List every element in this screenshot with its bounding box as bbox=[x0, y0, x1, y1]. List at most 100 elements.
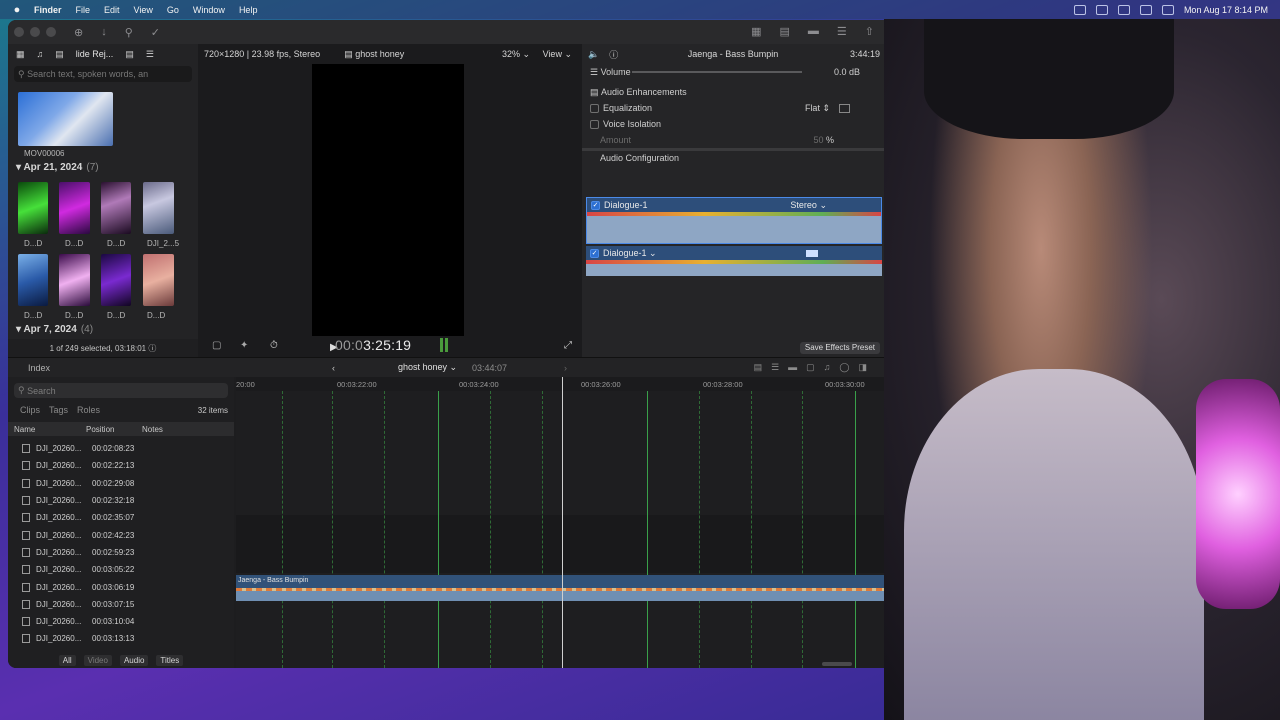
menu-app[interactable]: Finder bbox=[34, 5, 62, 15]
column-position[interactable]: Position bbox=[86, 425, 142, 434]
tab-tags[interactable]: Tags bbox=[49, 405, 68, 415]
clip-thumbnail[interactable] bbox=[143, 182, 174, 234]
component-icon[interactable] bbox=[806, 249, 818, 257]
filter-video-button[interactable]: Video bbox=[83, 654, 112, 666]
back-arrow-icon[interactable]: ‹ bbox=[332, 363, 335, 373]
component-checkbox[interactable]: ✓ bbox=[590, 248, 599, 258]
audio-component[interactable]: ✓ Dialogue-1 Stereo ⌄ bbox=[586, 197, 882, 244]
menubar-clock[interactable]: Mon Aug 17 8:14 PM bbox=[1184, 5, 1268, 15]
table-row[interactable]: DJI_20260... 00:03:07:15 bbox=[8, 596, 234, 613]
audio-clip[interactable]: Jaenga - Bass Bumpin bbox=[236, 575, 884, 601]
beat-marker[interactable] bbox=[438, 391, 439, 668]
fullscreen-icon[interactable]: ⤢ bbox=[564, 340, 572, 351]
menu-file[interactable]: File bbox=[76, 5, 91, 15]
list-view-icon[interactable]: ☰ bbox=[146, 49, 154, 60]
video-track-area[interactable] bbox=[236, 391, 884, 453]
library-icon[interactable]: ▦ bbox=[16, 49, 25, 60]
beat-marker[interactable] bbox=[855, 391, 856, 668]
amount-value[interactable]: 50 % bbox=[813, 135, 834, 145]
photos-icon[interactable]: ♫ bbox=[37, 49, 44, 59]
filter-titles-button[interactable]: Titles bbox=[156, 654, 184, 666]
search-icon[interactable] bbox=[1161, 4, 1174, 15]
tab-roles[interactable]: Roles bbox=[77, 405, 100, 415]
volume-slider[interactable] bbox=[632, 71, 802, 73]
video-frame[interactable] bbox=[312, 64, 464, 336]
timeline-toggle-icon[interactable]: ▬ bbox=[808, 25, 819, 38]
table-row[interactable]: DJI_20260... 00:02:42:23 bbox=[8, 526, 234, 543]
clip-thumbnail[interactable] bbox=[18, 182, 48, 234]
column-notes[interactable]: Notes bbox=[142, 425, 163, 434]
wifi-icon[interactable] bbox=[1139, 4, 1152, 15]
timeline[interactable]: 20:00 00:03:22:00 00:03:24:00 00:03:26:0… bbox=[236, 377, 884, 668]
apple-menu-icon[interactable]: ● bbox=[0, 4, 34, 16]
zoom-selector[interactable]: 32% ⌄ bbox=[502, 49, 530, 60]
zoom-button[interactable] bbox=[46, 27, 56, 37]
project-name[interactable]: ghost honey ⌄ bbox=[398, 362, 457, 373]
key-icon[interactable]: ⚲ bbox=[125, 26, 133, 39]
browser-toggle-icon[interactable]: ▤ bbox=[780, 25, 790, 38]
date-group-header[interactable]: ▾ Apr 7, 2024 (4) bbox=[16, 324, 93, 335]
table-row[interactable]: DJI_20260... 00:03:05:22 bbox=[8, 561, 234, 578]
inspector-toggle-icon[interactable]: ☰ bbox=[837, 25, 847, 38]
channel-mode-select[interactable]: Stereo ⌄ bbox=[790, 200, 827, 211]
menu-window[interactable]: Window bbox=[193, 5, 225, 15]
date-group-header[interactable]: ▾ Apr 21, 2024 (7) bbox=[16, 162, 99, 173]
index-button[interactable]: Index bbox=[28, 363, 50, 373]
titles-icon[interactable]: ▤ bbox=[55, 49, 64, 60]
status-icon[interactable] bbox=[1117, 4, 1130, 15]
table-row[interactable]: DJI_20260... 00:02:29:08 bbox=[8, 475, 234, 492]
table-row[interactable]: DJI_20260... 00:02:22:13 bbox=[8, 457, 234, 474]
speed-icon[interactable]: ⏱ bbox=[270, 340, 278, 351]
index-search-input[interactable]: ⚲ Search bbox=[14, 383, 228, 398]
clip-thumbnail[interactable] bbox=[101, 254, 131, 306]
forward-arrow-icon[interactable]: › bbox=[564, 363, 567, 373]
transform-icon[interactable]: ▢ bbox=[212, 340, 221, 351]
filter-all-button[interactable]: All bbox=[58, 654, 76, 666]
library-selector[interactable]: lide Rej... bbox=[76, 49, 114, 59]
tab-clips[interactable]: Clips bbox=[20, 405, 40, 415]
table-row[interactable]: DJI_20260... 00:02:59:23 bbox=[8, 544, 234, 561]
table-row[interactable]: DJI_20260... 00:02:32:18 bbox=[8, 492, 234, 509]
column-name[interactable]: Name bbox=[8, 425, 86, 434]
beat-marker[interactable] bbox=[647, 391, 648, 668]
voice-isolation-checkbox[interactable] bbox=[590, 119, 599, 129]
close-button[interactable] bbox=[14, 27, 24, 37]
table-row[interactable]: DJI_20260... 00:03:13:13 bbox=[8, 630, 234, 647]
eq-settings-icon[interactable] bbox=[839, 103, 850, 113]
status-icon[interactable] bbox=[1073, 4, 1086, 15]
clip-thumbnail[interactable] bbox=[59, 254, 90, 306]
share-layout-icon[interactable]: ▦ bbox=[751, 25, 761, 38]
eq-select[interactable]: Flat ⇕ bbox=[805, 103, 830, 114]
minimize-button[interactable] bbox=[30, 27, 40, 37]
browser-search-input[interactable]: ⚲ Search text, spoken words, an bbox=[14, 66, 192, 82]
clip-thumbnail[interactable] bbox=[101, 182, 131, 234]
timeline-scrollbar[interactable] bbox=[822, 662, 852, 666]
component-checkbox[interactable]: ✓ bbox=[591, 200, 600, 210]
menu-go[interactable]: Go bbox=[167, 5, 179, 15]
table-row[interactable]: DJI_20260... 00:03:10:04 bbox=[8, 613, 234, 630]
table-row[interactable]: DJI_20260... 00:02:35:07 bbox=[8, 509, 234, 526]
status-icon[interactable] bbox=[1095, 4, 1108, 15]
volume-value[interactable]: 0.0 dB bbox=[834, 67, 860, 77]
timecode-display[interactable]: 00:03:25:19 bbox=[335, 337, 411, 353]
menu-edit[interactable]: Edit bbox=[104, 5, 120, 15]
magic-wand-icon[interactable]: ✦ bbox=[240, 340, 248, 351]
clip-thumbnail[interactable] bbox=[18, 92, 113, 146]
view-menu[interactable]: View ⌄ bbox=[543, 49, 572, 60]
equalization-checkbox[interactable] bbox=[590, 103, 599, 113]
media-import-icon[interactable]: ⊕ bbox=[74, 26, 83, 39]
project-name[interactable]: ▤ ghost honey bbox=[344, 49, 404, 60]
playhead[interactable] bbox=[562, 377, 563, 668]
table-row[interactable]: DJI_20260... 00:02:08:23 bbox=[8, 440, 234, 457]
audio-component[interactable]: ✓ Dialogue-1 ⌄ bbox=[586, 246, 882, 276]
share-icon[interactable]: ⇧ bbox=[865, 25, 874, 38]
info-icon[interactable]: ⓘ bbox=[148, 343, 156, 354]
download-icon[interactable]: ↓ bbox=[101, 26, 107, 38]
filmstrip-icon[interactable]: ▤ bbox=[125, 49, 134, 60]
filter-audio-button[interactable]: Audio bbox=[119, 654, 149, 666]
track-area[interactable] bbox=[236, 515, 884, 573]
save-effects-preset-button[interactable]: Save Effects Preset bbox=[799, 342, 880, 354]
clip-thumbnail[interactable] bbox=[18, 254, 48, 306]
menu-help[interactable]: Help bbox=[239, 5, 258, 15]
timeline-ruler[interactable]: 20:00 00:03:22:00 00:03:24:00 00:03:26:0… bbox=[236, 377, 884, 391]
